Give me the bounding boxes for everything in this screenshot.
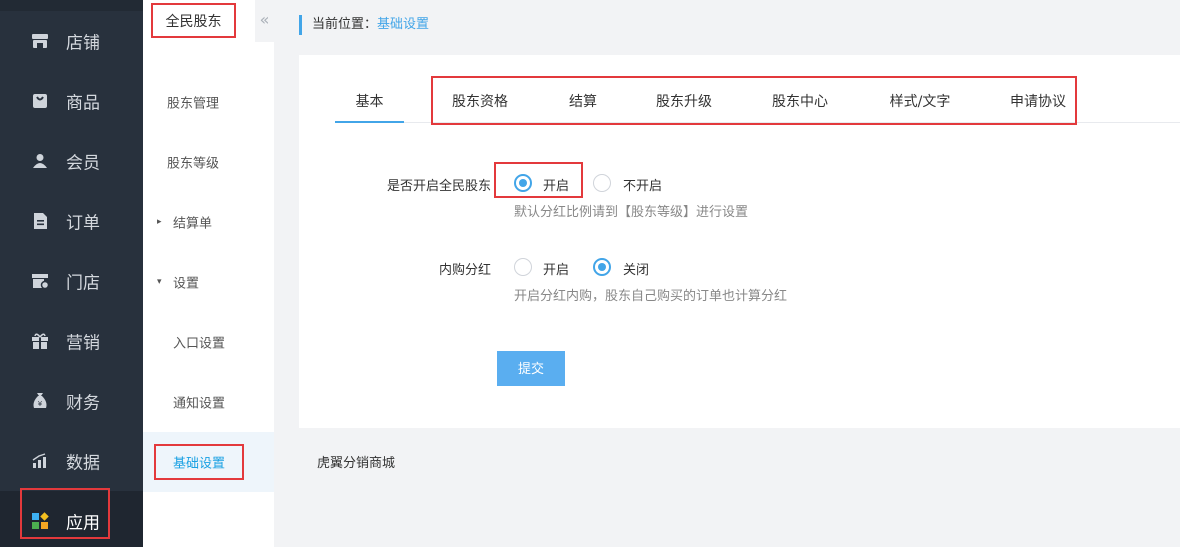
internal-label: 内购分红 bbox=[438, 263, 491, 278]
shop-gear-icon bbox=[32, 274, 49, 290]
internal-on-radio[interactable] bbox=[514, 258, 532, 276]
nav-item-members[interactable]: 会员 bbox=[0, 131, 143, 191]
bag-icon bbox=[33, 94, 47, 108]
nav-item-label: 商品 bbox=[66, 93, 100, 114]
gift-icon bbox=[32, 333, 48, 349]
highlight-box bbox=[494, 162, 583, 198]
breadcrumb-prefix: 当前位置： bbox=[312, 17, 378, 32]
order-doc-icon bbox=[34, 213, 47, 229]
sidebar-item-settlement[interactable]: ▸ 结算单 bbox=[143, 192, 274, 252]
nav-item-orders[interactable]: 订单 bbox=[0, 191, 143, 251]
internal-hint: 开启分红内购，股东自己购买的订单也计算分红 bbox=[514, 289, 788, 304]
sub-sidebar: 全民股东 股东管理 股东等级 ▸ 结算单 ▾ 设置 入口设置 通知设置 基础设置 bbox=[143, 0, 274, 547]
user-icon bbox=[33, 154, 47, 168]
svg-text:¥: ¥ bbox=[38, 400, 43, 408]
nav-item-store[interactable]: 店铺 bbox=[0, 11, 143, 71]
enable-hint: 默认分红比例请到【股东等级】进行设置 bbox=[514, 205, 749, 220]
nav-top-strip bbox=[0, 0, 143, 11]
caret-right-icon: ▸ bbox=[157, 217, 162, 227]
nav-item-label: 财务 bbox=[66, 393, 100, 414]
nav-item-data[interactable]: 数据 bbox=[0, 431, 143, 491]
sidebar-item-label: 设置 bbox=[173, 276, 200, 292]
nav-item-label: 订单 bbox=[66, 213, 100, 234]
nav-item-label: 门店 bbox=[66, 273, 100, 294]
nav-item-stores[interactable]: 门店 bbox=[0, 251, 143, 311]
sidebar-item-shareholder-level[interactable]: 股东等级 bbox=[143, 132, 274, 192]
sidebar-item-label: 入口设置 bbox=[173, 336, 226, 352]
sidebar-title[interactable]: 全民股东 bbox=[151, 3, 236, 38]
sidebar-item-basic-settings[interactable]: 基础设置 bbox=[143, 432, 274, 492]
tab-basic[interactable]: 基本 bbox=[335, 82, 404, 123]
internal-off-label[interactable]: 关闭 bbox=[623, 259, 649, 278]
nav-item-products[interactable]: 商品 bbox=[0, 71, 143, 131]
breadcrumb: 当前位置：基础设置 bbox=[299, 15, 429, 35]
nav-item-label: 店铺 bbox=[66, 33, 100, 54]
money-bag-icon: ¥ bbox=[33, 393, 47, 408]
sidebar-item-shareholder-management[interactable]: 股东管理 bbox=[143, 72, 274, 132]
internal-off-radio[interactable] bbox=[593, 258, 611, 276]
enable-off-label[interactable]: 不开启 bbox=[623, 175, 662, 194]
sidebar-item-label: 结算单 bbox=[173, 216, 213, 232]
enable-label: 是否开启全民股东 bbox=[386, 179, 491, 194]
highlight-box bbox=[20, 488, 110, 539]
footer-brand: 虎翼分销商城 bbox=[317, 456, 396, 471]
sidebar-item-label: 通知设置 bbox=[173, 396, 226, 412]
sidebar-item-notify-settings[interactable]: 通知设置 bbox=[143, 372, 274, 432]
sidebar-item-settings[interactable]: ▾ 设置 bbox=[143, 252, 274, 312]
sidebar-item-label: 股东等级 bbox=[167, 156, 220, 172]
nav-item-label: 会员 bbox=[66, 153, 100, 174]
bar-chart-icon bbox=[32, 453, 46, 468]
submit-button[interactable]: 提交 bbox=[497, 351, 565, 386]
main-nav: 店铺 商品 会员 订单 门店 营销 ¥ 财务 数据 应用 bbox=[0, 0, 143, 547]
nav-item-finance[interactable]: ¥ 财务 bbox=[0, 371, 143, 431]
sidebar-item-entry-settings[interactable]: 入口设置 bbox=[143, 312, 274, 372]
nav-item-label: 数据 bbox=[66, 453, 100, 474]
caret-down-icon: ▾ bbox=[157, 277, 162, 287]
store-icon bbox=[32, 34, 48, 48]
enable-off-radio[interactable] bbox=[593, 174, 611, 192]
highlight-box bbox=[431, 76, 1077, 125]
settings-card: 基本 股东资格 结算 股东升级 股东中心 样式/文字 申请协议 是否开启全民股东… bbox=[299, 55, 1180, 428]
breadcrumb-current[interactable]: 基础设置 bbox=[377, 17, 429, 32]
highlight-box bbox=[154, 444, 244, 480]
sidebar-item-label: 股东管理 bbox=[167, 96, 220, 112]
nav-item-marketing[interactable]: 营销 bbox=[0, 311, 143, 371]
collapse-sidebar-icon[interactable]: « bbox=[255, 0, 274, 42]
internal-on-label[interactable]: 开启 bbox=[543, 259, 569, 278]
nav-item-label: 营销 bbox=[66, 333, 100, 354]
